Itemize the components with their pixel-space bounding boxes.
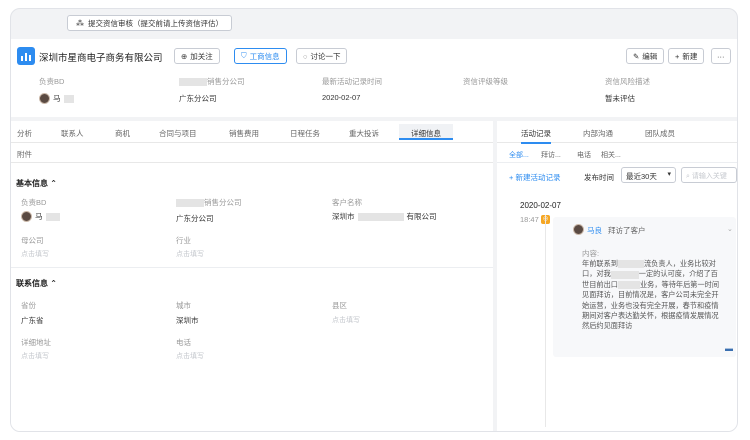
timeline-line <box>545 215 546 427</box>
field-label-parent-company: 母公司 <box>21 236 44 245</box>
field-value-bd[interactable]: 马 <box>21 211 60 222</box>
field-label-phone: 电话 <box>176 338 191 347</box>
chevron-up-icon: ⌃ <box>50 279 57 288</box>
customer-header: 深圳市星商电子商务有限公司 ⊕ 加关注 ⛉ 工商信息 ◌ 讨论一下 ✎ 编辑 + 新建 ·… <box>11 39 737 117</box>
section-divider <box>11 267 493 268</box>
tab-activity-records[interactable]: 活动记录 <box>521 128 551 144</box>
activity-time: 18:47 <box>520 215 539 224</box>
field-value-phone[interactable]: 点击填写 <box>176 351 204 361</box>
field-label-district: 县区 <box>332 301 347 310</box>
tab-analysis[interactable]: 分析 <box>17 128 32 139</box>
detail-panel: 分析 联系人 商机 合同与项目 销售费用 日程任务 重大投诉 详细信息 附件 基… <box>11 121 493 431</box>
activity-date: 2020-02-07 <box>520 201 561 210</box>
meta-label-branch: 销售分公司 <box>179 76 245 87</box>
tab-attachments[interactable]: 附件 <box>17 149 32 160</box>
chevron-down-icon: ▾ <box>667 171 671 178</box>
meta-label-last-activity: 最新活动记录时间 <box>322 77 382 86</box>
author-name[interactable]: 马良 <box>587 225 602 236</box>
period-select[interactable]: 最近30天 ▾ <box>621 167 676 183</box>
field-label-branch: 销售分公司 <box>176 197 242 208</box>
chat-icon: ◌ <box>303 51 308 61</box>
field-value-branch[interactable]: 广东分公司 <box>176 213 214 224</box>
meta-label-risk: 资信风险描述 <box>605 77 650 86</box>
contact-info-title[interactable]: 联系信息 ⌃ <box>16 278 57 289</box>
discuss-button[interactable]: ◌ 讨论一下 <box>296 48 348 64</box>
app-frame: ⁂ 提交资信审核（提交前请上传资信评估） 深圳市星商电子商务有限公司 ⊕ 加关注 … <box>10 8 738 432</box>
tab-sales-expenses[interactable]: 销售费用 <box>229 128 259 139</box>
pencil-icon: ✎ <box>633 51 640 61</box>
subtab-phone[interactable]: 电话 <box>577 150 591 160</box>
avatar <box>21 211 32 222</box>
new-button[interactable]: + 新建 <box>668 48 705 64</box>
business-info-button[interactable]: ⛉ 工商信息 <box>234 48 287 64</box>
tab-contracts[interactable]: 合同与项目 <box>159 128 197 139</box>
activity-card[interactable]: 马良 拜访了客户 ⌄ 内容: 年前联系到 流负责人，业务比较对 口，对我 一定的认可… <box>553 217 736 357</box>
search-icon: ⌕ <box>686 173 690 180</box>
tab-details[interactable]: 详细信息 <box>399 124 453 140</box>
activity-action: 拜访了客户 <box>608 226 646 235</box>
detail-tabs: 分析 联系人 商机 合同与项目 销售费用 日程任务 重大投诉 详细信息 <box>11 121 493 143</box>
edit-button[interactable]: ✎ 编辑 <box>626 48 665 64</box>
tab-contacts[interactable]: 联系人 <box>61 128 84 139</box>
basic-info-title[interactable]: 基本信息 ⌃ <box>16 178 57 189</box>
content-label: 内容: <box>582 249 600 258</box>
activity-search-input[interactable]: ⌕ 请输入关键 <box>681 167 737 183</box>
meta-value-bd: 马 <box>39 93 74 104</box>
company-name: 深圳市星商电子商务有限公司 <box>39 53 163 64</box>
submit-credit-review-button[interactable]: ⁂ 提交资信审核（提交前请上传资信评估） <box>67 15 232 31</box>
submit-credit-review-label: 提交资信审核（提交前请上传资信评估） <box>88 18 223 28</box>
activity-panel: 活动记录 内部沟通 团队成员 全部... 拜访... 电话 相关... + 新建… <box>497 121 737 431</box>
chevron-up-icon: ⌃ <box>50 179 57 188</box>
follow-button[interactable]: ⊕ 加关注 <box>174 48 220 64</box>
tab-schedule[interactable]: 日程任务 <box>290 128 320 139</box>
tab-opportunities[interactable]: 商机 <box>115 128 130 139</box>
field-value-parent-company[interactable]: 点击填写 <box>21 249 49 259</box>
subtab-visit[interactable]: 拜访... <box>541 150 561 160</box>
subtab-divider <box>497 162 737 163</box>
tab-team-members[interactable]: 团队成员 <box>645 128 675 139</box>
field-label-customer-name: 客户名称 <box>332 198 362 207</box>
avatar <box>39 93 50 104</box>
meta-value-risk: 暂未评估 <box>605 94 635 103</box>
card-expand-icon[interactable]: ⌄ <box>727 225 733 233</box>
field-value-customer-name[interactable]: 深圳市 有限公司 <box>332 211 437 222</box>
tab-complaints[interactable]: 重大投诉 <box>349 128 379 139</box>
field-label-city: 城市 <box>176 301 191 310</box>
customer-logo-icon <box>17 47 35 65</box>
field-value-district[interactable]: 点击填写 <box>332 315 360 325</box>
field-value-province[interactable]: 广东省 <box>21 315 44 326</box>
field-value-address[interactable]: 点击填写 <box>21 351 49 361</box>
comment-icon[interactable]: ▬ <box>725 344 733 353</box>
meta-label-bd: 负责BD <box>39 77 65 86</box>
shield-icon: ⛉ <box>241 51 247 60</box>
meta-value-branch: 广东分公司 <box>179 94 217 103</box>
plus-icon: + <box>675 51 680 61</box>
field-label-bd: 负责BD <box>21 198 47 207</box>
author-avatar <box>573 224 584 235</box>
detail-tabs-row2: 附件 <box>11 143 493 163</box>
meta-label-credit-rating: 资信评级等级 <box>463 77 508 86</box>
activity-content: 年前联系到 流负责人，业务比较对 口，对我 一定的认可度，介绍了百 世目前出口 业务，… <box>582 259 720 331</box>
flow-icon: ⁂ <box>76 18 84 28</box>
subtab-all[interactable]: 全部... <box>509 150 529 160</box>
follow-icon: ⊕ <box>181 51 188 61</box>
more-button[interactable]: ··· <box>711 48 731 64</box>
tab-internal-comm[interactable]: 内部沟通 <box>583 128 613 139</box>
new-activity-button[interactable]: + 新建活动记录 <box>509 172 560 183</box>
publish-time-label: 发布时间 <box>584 173 614 182</box>
field-value-city[interactable]: 深圳市 <box>176 315 199 326</box>
field-value-industry[interactable]: 点击填写 <box>176 249 204 259</box>
topbar: ⁂ 提交资信审核（提交前请上传资信评估） <box>11 9 737 37</box>
meta-value-last-activity: 2020-02-07 <box>322 93 361 102</box>
field-label-address: 详细地址 <box>21 338 51 347</box>
field-label-industry: 行业 <box>176 236 191 245</box>
subtab-related[interactable]: 相关... <box>601 150 621 160</box>
field-label-province: 省份 <box>21 301 36 310</box>
